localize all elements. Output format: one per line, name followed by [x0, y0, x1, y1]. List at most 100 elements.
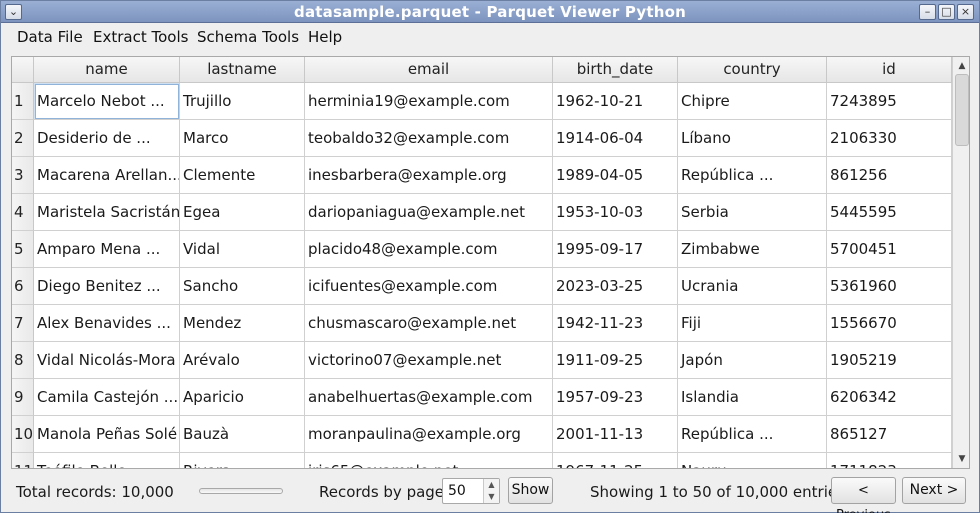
table-cell-birth-date[interactable]: 1995-09-17 — [553, 231, 678, 268]
table-cell-birth-date[interactable]: 1967-11-25 — [553, 453, 678, 468]
row-header[interactable]: 2 — [12, 120, 34, 157]
table-cell-id[interactable]: 1905219 — [827, 342, 952, 379]
table-cell-name[interactable]: Macarena Arellan... — [34, 157, 180, 194]
row-header[interactable]: 3 — [12, 157, 34, 194]
scroll-up-arrow-icon[interactable]: ▲ — [956, 60, 968, 72]
table-cell-name[interactable]: Alex Benavides ... — [34, 305, 180, 342]
spin-down-icon[interactable]: ▼ — [484, 491, 499, 503]
vertical-scrollbar[interactable]: ▲ ▼ — [952, 57, 969, 468]
records-by-page-value[interactable]: 50 — [448, 483, 466, 499]
row-header[interactable]: 7 — [12, 305, 34, 342]
column-header-country[interactable]: country — [678, 57, 827, 83]
column-header-name[interactable]: name — [34, 57, 180, 83]
table-cell-birth-date[interactable]: 1953-10-03 — [553, 194, 678, 231]
scrollbar-thumb[interactable] — [955, 74, 969, 146]
column-header-birth-date[interactable]: birth_date — [553, 57, 678, 83]
table-cell-email[interactable]: herminia19@example.com — [305, 83, 553, 120]
menu-data-file[interactable]: Data File — [17, 28, 83, 46]
table-cell-lastname[interactable]: Marco — [180, 120, 305, 157]
row-header[interactable]: 9 — [12, 379, 34, 416]
row-header[interactable]: 8 — [12, 342, 34, 379]
row-header[interactable]: 4 — [12, 194, 34, 231]
table-cell-name[interactable]: Amparo Mena ... — [34, 231, 180, 268]
records-by-page-spinbox[interactable]: 50 ▲ ▼ — [442, 478, 500, 504]
column-header-lastname[interactable]: lastname — [180, 57, 305, 83]
next-button[interactable]: Next > — [902, 477, 966, 504]
table-cell-email[interactable]: chusmascaro@example.net — [305, 305, 553, 342]
menu-help[interactable]: Help — [308, 28, 342, 46]
table-cell-name[interactable]: Marcelo Nebot ... — [34, 83, 180, 120]
table-cell-country[interactable]: Líbano — [678, 120, 827, 157]
table-cell-birth-date[interactable]: 2023-03-25 — [553, 268, 678, 305]
table-cell-lastname[interactable]: Vidal — [180, 231, 305, 268]
table-cell-name[interactable]: Diego Benitez ... — [34, 268, 180, 305]
table-cell-lastname[interactable]: Mendez — [180, 305, 305, 342]
table-cell-id[interactable]: 861256 — [827, 157, 952, 194]
table-cell-birth-date[interactable]: 1942-11-23 — [553, 305, 678, 342]
close-button[interactable]: × — [957, 4, 974, 20]
spinbox-arrows[interactable]: ▲ ▼ — [483, 479, 499, 503]
data-table[interactable]: name lastname email birth_date country i… — [11, 56, 970, 469]
spin-up-icon[interactable]: ▲ — [484, 479, 499, 491]
table-cell-birth-date[interactable]: 2001-11-13 — [553, 416, 678, 453]
table-cell-name[interactable]: Desiderio de ... — [34, 120, 180, 157]
column-header-email[interactable]: email — [305, 57, 553, 83]
row-header[interactable]: 10 — [12, 416, 34, 453]
table-cell-name[interactable]: Camila Castejón ... — [34, 379, 180, 416]
table-cell-lastname[interactable]: Aparicio — [180, 379, 305, 416]
table-cell-lastname[interactable]: Trujillo — [180, 83, 305, 120]
table-cell-country[interactable]: Japón — [678, 342, 827, 379]
table-cell-lastname[interactable]: Clemente — [180, 157, 305, 194]
table-cell-lastname[interactable]: Egea — [180, 194, 305, 231]
table-cell-birth-date[interactable]: 1914-06-04 — [553, 120, 678, 157]
table-cell-email[interactable]: iris65@example.net — [305, 453, 553, 468]
table-cell-id[interactable]: 2106330 — [827, 120, 952, 157]
table-cell-id[interactable]: 5700451 — [827, 231, 952, 268]
table-cell-country[interactable]: Fiji — [678, 305, 827, 342]
row-header[interactable]: 1 — [12, 83, 34, 120]
table-cell-email[interactable]: moranpaulina@example.org — [305, 416, 553, 453]
table-cell-email[interactable]: victorino07@example.net — [305, 342, 553, 379]
table-cell-country[interactable]: Zimbabwe — [678, 231, 827, 268]
table-cell-birth-date[interactable]: 1962-10-21 — [553, 83, 678, 120]
table-cell-name[interactable]: Maristela Sacristán — [34, 194, 180, 231]
table-cell-id[interactable]: 5361960 — [827, 268, 952, 305]
previous-button[interactable]: < Previous — [831, 477, 896, 513]
table-cell-lastname[interactable]: Arévalo — [180, 342, 305, 379]
table-cell-country[interactable]: República ... — [678, 416, 827, 453]
title-bar[interactable]: ⌄ datasample.parquet - Parquet Viewer Py… — [1, 1, 979, 23]
table-cell-id[interactable]: 7243895 — [827, 83, 952, 120]
row-header[interactable]: 11 — [12, 453, 34, 468]
table-cell-id[interactable]: 865127 — [827, 416, 952, 453]
table-cell-lastname[interactable]: Bauzà — [180, 416, 305, 453]
row-header[interactable]: 5 — [12, 231, 34, 268]
table-cell-id[interactable]: 5445595 — [827, 194, 952, 231]
column-header-id[interactable]: id — [827, 57, 952, 83]
minimize-button[interactable]: – — [919, 4, 936, 20]
scroll-down-arrow-icon[interactable]: ▼ — [956, 453, 968, 465]
progress-slider[interactable] — [199, 488, 283, 494]
table-cell-country[interactable]: Nauru — [678, 453, 827, 468]
table-cell-email[interactable]: inesbarbera@example.org — [305, 157, 553, 194]
table-cell-country[interactable]: Serbia — [678, 194, 827, 231]
row-header[interactable]: 6 — [12, 268, 34, 305]
table-cell-id[interactable]: 1556670 — [827, 305, 952, 342]
table-cell-email[interactable]: dariopaniagua@example.net — [305, 194, 553, 231]
table-cell-email[interactable]: teobaldo32@example.com — [305, 120, 553, 157]
menu-extract-tools[interactable]: Extract Tools — [93, 28, 188, 46]
table-cell-name[interactable]: Vidal Nicolás-Mora — [34, 342, 180, 379]
table-cell-email[interactable]: placido48@example.com — [305, 231, 553, 268]
table-cell-birth-date[interactable]: 1911-09-25 — [553, 342, 678, 379]
table-cell-birth-date[interactable]: 1957-09-23 — [553, 379, 678, 416]
menu-schema-tools[interactable]: Schema Tools — [197, 28, 299, 46]
table-cell-birth-date[interactable]: 1989-04-05 — [553, 157, 678, 194]
table-corner[interactable] — [12, 57, 34, 83]
table-cell-lastname[interactable]: Sancho — [180, 268, 305, 305]
table-cell-country[interactable]: Islandia — [678, 379, 827, 416]
table-cell-email[interactable]: anabelhuertas@example.com — [305, 379, 553, 416]
show-button[interactable]: Show — [508, 477, 553, 504]
table-cell-country[interactable]: República ... — [678, 157, 827, 194]
table-cell-name[interactable]: Teófilo Bello — [34, 453, 180, 468]
table-cell-name[interactable]: Manola Peñas Solé — [34, 416, 180, 453]
table-cell-lastname[interactable]: Rivera — [180, 453, 305, 468]
